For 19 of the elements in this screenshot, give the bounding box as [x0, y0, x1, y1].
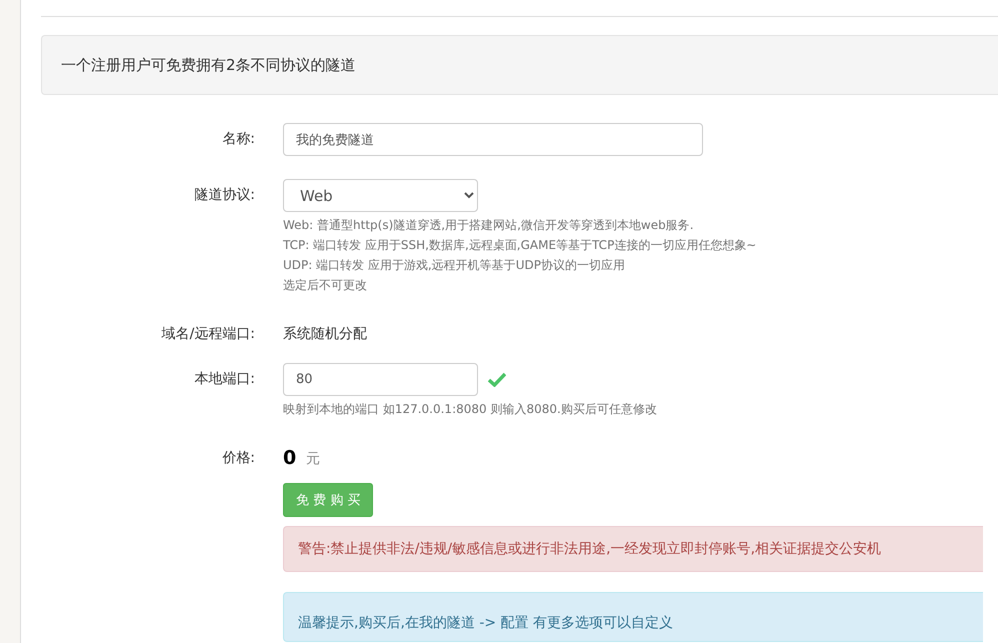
help-text: 选定后不可更改	[283, 277, 368, 294]
info-alert: 温馨提示,购买后,在我的隧道 -> 配置 有更多选项可以自定义	[283, 592, 983, 642]
field-label: 域名/远程端口:	[162, 326, 255, 342]
field-label: 本地端口:	[194, 371, 255, 387]
price-value: 0	[283, 446, 296, 469]
price-unit: 元	[306, 450, 320, 468]
field-label: 价格:	[222, 450, 255, 466]
notice-text: 一个注册用户可免费拥有2条不同协议的隧道	[61, 56, 356, 74]
help-text: UDP: 端口转发 应用于游戏,远程开机等基于UDP协议的一切应用	[283, 257, 626, 274]
input-field[interactable]: 我的免费隧道	[283, 123, 703, 156]
input-field[interactable]: 80	[283, 363, 478, 396]
protocol-select[interactable]: Web	[283, 179, 478, 212]
help-text: 映射到本地的端口 如127.0.0.1:8080 则输入8080.购买后可任意修改	[283, 401, 658, 418]
help-text: TCP: 端口转发 应用于SSH,数据库,远程桌面,GAME等基于TCP连接的一切应用任您想象~	[283, 237, 758, 254]
field-value: 系统随机分配	[283, 325, 367, 343]
help-text: Web: 普通型http(s)隧道穿透,用于搭建网站,微信开发等穿透到本地web服务.	[283, 217, 695, 234]
warning-alert: 警告:禁止提供非法/违规/敏感信息或进行非法用途,一经发现立即封停账号,相关证据提交公安机	[283, 526, 983, 572]
field-label: 名称:	[222, 131, 255, 147]
field-label: 隧道协议:	[194, 187, 255, 203]
